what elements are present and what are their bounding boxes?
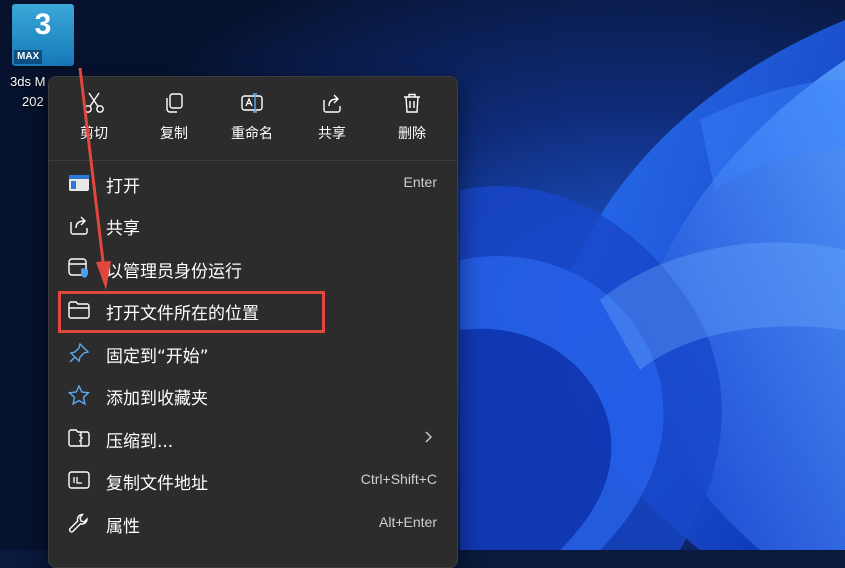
menu-item-run-as-admin[interactable]: 以管理员身份运行 bbox=[55, 248, 451, 288]
menu-item-shortcut: Alt+Enter bbox=[379, 514, 437, 530]
wrench-icon bbox=[68, 513, 88, 533]
delete-button[interactable]: 删除 bbox=[377, 87, 447, 149]
copy-button[interactable]: 复制 bbox=[139, 87, 209, 149]
delete-label: 删除 bbox=[398, 126, 426, 142]
star-icon bbox=[67, 384, 91, 406]
toolbar-divider bbox=[49, 160, 457, 161]
rename-button[interactable]: 重命名 bbox=[217, 87, 287, 149]
admin-shield-icon bbox=[68, 258, 88, 278]
cut-label: 剪切 bbox=[80, 126, 108, 142]
menu-item-label: 添加到收藏夹 bbox=[106, 389, 208, 409]
menu-item-properties[interactable]: 属性 Alt+Enter bbox=[55, 503, 451, 543]
3ds-max-app-icon: 3 MAX bbox=[12, 4, 74, 66]
open-app-icon bbox=[69, 175, 89, 191]
share-icon bbox=[70, 216, 88, 235]
menu-item-compress-to[interactable]: 压缩到... bbox=[55, 418, 451, 458]
compress-folder-icon bbox=[68, 429, 90, 447]
menu-item-shortcut: Ctrl+Shift+C bbox=[360, 471, 437, 487]
cut-icon bbox=[84, 92, 104, 113]
menu-item-shortcut: Enter bbox=[403, 174, 437, 190]
tile-number: 3 bbox=[34, 8, 52, 41]
menu-item-label: 属性 bbox=[106, 517, 140, 537]
menu-item-add-to-favorites[interactable]: 添加到收藏夹 bbox=[55, 375, 451, 415]
cut-button[interactable]: 剪切 bbox=[59, 87, 129, 149]
copy-icon bbox=[166, 93, 183, 113]
highlight-box bbox=[58, 291, 325, 333]
menu-item-open[interactable]: 打开 Enter bbox=[55, 163, 451, 203]
menu-item-label: 共享 bbox=[106, 219, 140, 239]
rename-label: 重命名 bbox=[231, 126, 273, 142]
menu-item-copy-file-path[interactable]: 复制文件地址 Ctrl+Shift+C bbox=[55, 460, 451, 500]
menu-item-label: 固定到“开始” bbox=[106, 347, 209, 367]
menu-item-share[interactable]: 共享 bbox=[55, 205, 451, 245]
menu-item-pin-to-start[interactable]: 固定到“开始” bbox=[55, 333, 451, 373]
context-menu-toolbar: 剪切 复制 重命名 共享 删除 bbox=[49, 77, 457, 157]
menu-item-label: 打开 bbox=[106, 177, 140, 197]
copy-label: 复制 bbox=[160, 126, 188, 142]
pin-icon bbox=[69, 342, 90, 363]
chevron-right-icon bbox=[425, 431, 432, 443]
rename-icon bbox=[241, 93, 263, 113]
menu-item-label: 以管理员身份运行 bbox=[106, 262, 242, 282]
share-button[interactable]: 共享 bbox=[297, 87, 367, 149]
copy-path-icon bbox=[68, 471, 90, 489]
delete-icon bbox=[404, 93, 420, 113]
share-icon bbox=[323, 94, 341, 113]
menu-item-label: 压缩到... bbox=[106, 432, 174, 452]
share-label: 共享 bbox=[318, 126, 346, 142]
tile-badge: MAX bbox=[14, 50, 43, 64]
menu-item-label: 复制文件地址 bbox=[106, 474, 208, 494]
